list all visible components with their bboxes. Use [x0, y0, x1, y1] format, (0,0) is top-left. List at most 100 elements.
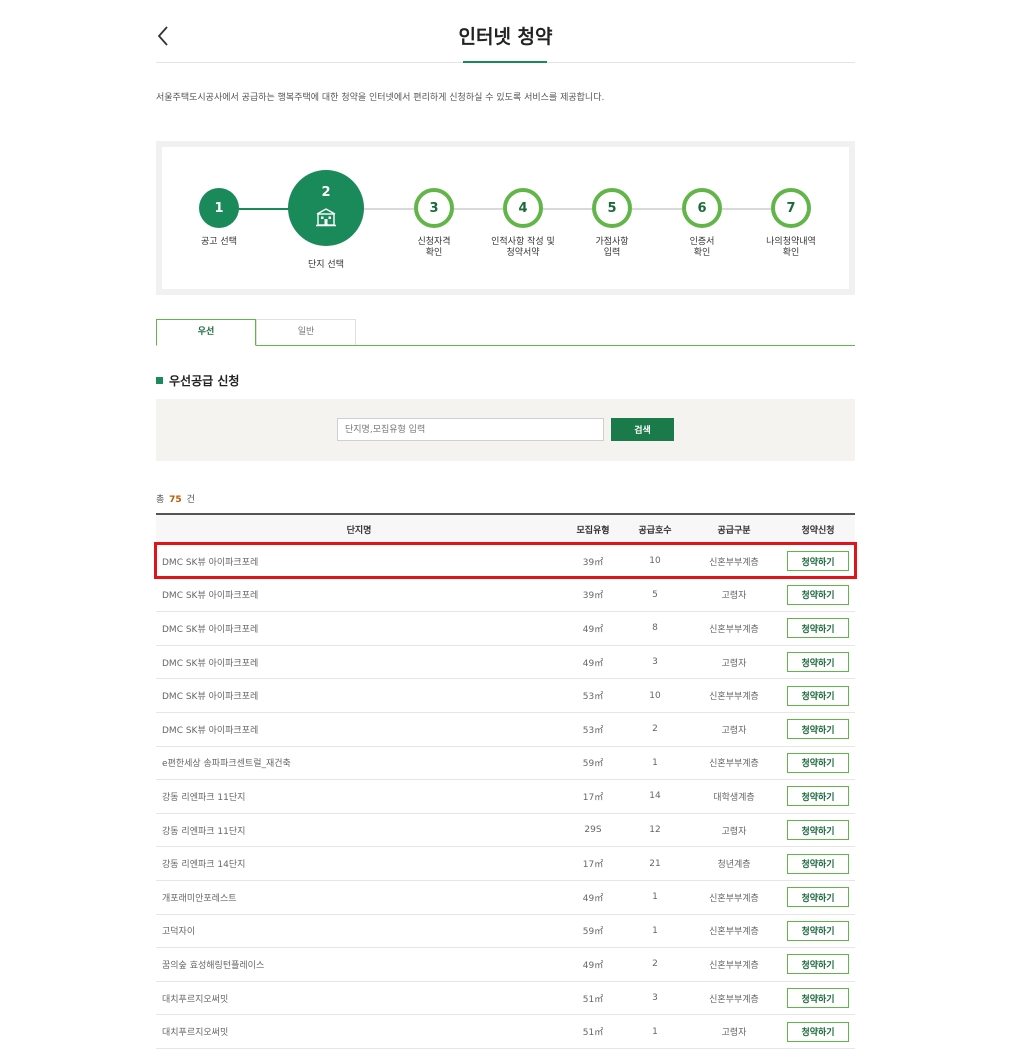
row-apply-cell: 청약하기 — [781, 646, 855, 679]
row-apply-cell: 청약하기 — [781, 915, 855, 948]
row-type: 49㎡ — [582, 624, 604, 635]
section-title-text: 우선공급 신청 — [169, 374, 240, 388]
row-name: DMC SK뷰 아이파크포레 — [162, 624, 259, 635]
row-type: 49㎡ — [582, 658, 604, 669]
step-6-label: 인증서 확인 — [689, 237, 715, 258]
row-units: 21 — [649, 858, 661, 869]
row-name: 강동 리엔파크 14단지 — [162, 860, 246, 871]
step-3-circle: 3 — [414, 188, 454, 228]
apply-button[interactable]: 청약하기 — [787, 853, 849, 874]
row-type: 49㎡ — [582, 960, 604, 971]
row-name: 강동 리엔파크 11단지 — [162, 792, 246, 803]
page: 인터넷 청약 서울주택도시공사에서 공급하는 행복주택에 대한 청약을 인터넷에… — [156, 0, 855, 1049]
row-kind: 신혼부부계층 — [709, 994, 759, 1005]
apply-button[interactable]: 청약하기 — [787, 1021, 849, 1042]
step-5-label: 가점사항 입력 — [595, 237, 629, 258]
building-icon — [314, 206, 338, 232]
step-number: 7 — [786, 200, 796, 216]
row-units: 10 — [649, 690, 661, 701]
step-7-circle: 7 — [771, 188, 811, 228]
apply-button[interactable]: 청약하기 — [787, 685, 849, 706]
header: 인터넷 청약 — [156, 0, 855, 63]
apply-button[interactable]: 청약하기 — [787, 652, 849, 673]
step-1-circle: 1 — [199, 188, 239, 228]
row-apply-cell: 청약하기 — [781, 881, 855, 914]
table-row: 대치푸르지오써밋 51㎡ 1 고령자 청약하기 — [156, 1015, 855, 1049]
row-type: 17㎡ — [582, 792, 604, 803]
row-apply-cell: 청약하기 — [781, 1015, 855, 1048]
search-box: 검색 — [156, 399, 855, 461]
row-units: 1 — [652, 757, 658, 768]
steps-box: 1 공고 선택 2 단지 선택 3 신청자격 확인 4 인적사항 작성 및 청약서약 5 가점사항… — [156, 141, 855, 295]
row-name: 대치푸르지오써밋 — [162, 1028, 229, 1039]
apply-button[interactable]: 청약하기 — [787, 887, 849, 908]
step-number: 6 — [697, 200, 707, 216]
row-kind: 대학생계층 — [713, 792, 755, 803]
row-name: 꿈의숲 효성해링턴플레이스 — [162, 960, 265, 971]
row-units: 8 — [652, 623, 658, 634]
step-4-label: 인적사항 작성 및 청약서약 — [491, 237, 555, 258]
section-title: 우선공급 신청 — [156, 372, 239, 389]
search-input[interactable] — [337, 418, 604, 441]
header-name: 단지명 — [346, 526, 372, 536]
row-type: 29S — [584, 825, 602, 836]
apply-button[interactable]: 청약하기 — [787, 618, 849, 639]
search-button[interactable]: 검색 — [611, 418, 674, 441]
row-apply-cell: 청약하기 — [781, 545, 855, 578]
tab-general[interactable]: 일반 — [256, 319, 356, 345]
row-kind: 고령자 — [721, 1028, 747, 1039]
step-6-circle: 6 — [682, 188, 722, 228]
row-apply-cell: 청약하기 — [781, 814, 855, 847]
row-name: e편한세상 송파파크센트럴_재건축 — [162, 759, 291, 770]
row-kind: 신혼부부계층 — [709, 759, 759, 770]
table-row: 고덕자이 59㎡ 1 신혼부부계층 청약하기 — [156, 915, 855, 949]
table-body: DMC SK뷰 아이파크포레 39㎡ 10 신혼부부계층 청약하기 DMC SK뷰 아이파… — [156, 545, 855, 1049]
row-apply-cell: 청약하기 — [781, 612, 855, 645]
row-units: 14 — [649, 791, 661, 802]
tab-priority[interactable]: 우선 — [156, 319, 256, 346]
step-1-label: 공고 선택 — [201, 237, 237, 247]
row-units: 12 — [649, 825, 661, 836]
row-type: 53㎡ — [582, 725, 604, 736]
apply-button[interactable]: 청약하기 — [787, 551, 849, 572]
row-type: 59㎡ — [582, 759, 604, 770]
row-apply-cell: 청약하기 — [781, 713, 855, 746]
apply-button[interactable]: 청약하기 — [787, 920, 849, 941]
row-kind: 신혼부부계층 — [709, 927, 759, 938]
row-apply-cell: 청약하기 — [781, 747, 855, 780]
header-type: 모집유형 — [576, 526, 610, 536]
row-type: 39㎡ — [582, 591, 604, 602]
table-row: DMC SK뷰 아이파크포레 39㎡ 10 신혼부부계층 청약하기 — [156, 545, 855, 579]
count-value: 75 — [169, 495, 182, 505]
steps-progress: 1 공고 선택 2 단지 선택 3 신청자격 확인 4 인적사항 작성 및 청약서약 5 가점사항… — [162, 147, 849, 289]
step-2-circle: 2 — [288, 170, 364, 246]
apply-button[interactable]: 청약하기 — [787, 752, 849, 773]
row-kind: 고령자 — [721, 826, 747, 837]
row-name: 고덕자이 — [162, 927, 196, 938]
apply-button[interactable]: 청약하기 — [787, 584, 849, 605]
table-row: 강동 리엔파크 11단지 17㎡ 14 대학생계층 청약하기 — [156, 780, 855, 814]
apply-button[interactable]: 청약하기 — [787, 820, 849, 841]
row-units: 3 — [652, 993, 658, 1004]
row-kind: 고령자 — [721, 658, 747, 669]
page-title: 인터넷 청약 — [458, 26, 553, 48]
apply-button[interactable]: 청약하기 — [787, 786, 849, 807]
apply-button[interactable]: 청약하기 — [787, 954, 849, 975]
table-header: 단지명 모집유형 공급호수 공급구분 청약신청 — [156, 515, 855, 545]
row-units: 3 — [652, 657, 658, 668]
row-kind: 신혼부부계층 — [709, 557, 759, 568]
row-name: DMC SK뷰 아이파크포레 — [162, 658, 259, 669]
row-name: DMC SK뷰 아이파크포레 — [162, 591, 259, 602]
table-row: 대치푸르지오써밋 51㎡ 3 신혼부부계층 청약하기 — [156, 982, 855, 1016]
step-2-label: 단지 선택 — [308, 260, 344, 270]
header-apply: 청약신청 — [801, 526, 835, 536]
row-name: 개포래미안포레스트 — [162, 893, 237, 904]
apply-button[interactable]: 청약하기 — [787, 719, 849, 740]
apply-button[interactable]: 청약하기 — [787, 988, 849, 1009]
header-units: 공급호수 — [638, 526, 672, 536]
row-units: 1 — [652, 892, 658, 903]
row-type: 53㎡ — [582, 692, 604, 703]
row-kind: 신혼부부계층 — [709, 960, 759, 971]
row-name: 대치푸르지오써밋 — [162, 994, 229, 1005]
table-row: 꿈의숲 효성해링턴플레이스 49㎡ 2 신혼부부계층 청약하기 — [156, 948, 855, 982]
